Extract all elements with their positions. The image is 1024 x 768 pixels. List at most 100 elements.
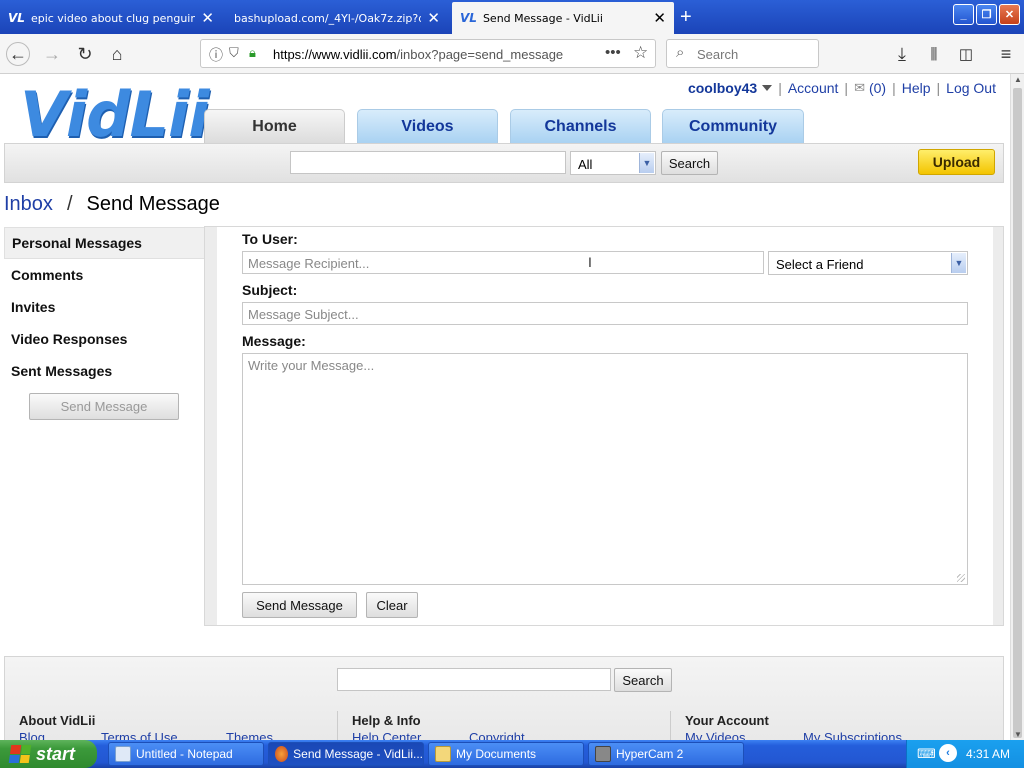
tray-arrow-icon[interactable]: ‹: [939, 744, 957, 762]
search-filter-value: All: [578, 157, 593, 172]
sidebar-item-video-responses[interactable]: Video Responses: [4, 323, 204, 355]
url-bar[interactable]: ⓘ ⛉ 🔒︎ https://www.vidlii.com/inbox?page…: [200, 39, 656, 68]
sidebar-item-personal-messages[interactable]: Personal Messages: [4, 227, 204, 259]
send-message-panel: To User: Message Recipient... I Select a…: [204, 226, 1004, 626]
hamburger-menu-icon[interactable]: ≡: [994, 42, 1018, 66]
browser-tab-bashupload[interactable]: bashupload.com/_4Yl-/Oak7z.zip?dow ✕: [226, 4, 448, 32]
close-icon[interactable]: ✕: [653, 10, 666, 26]
breadcrumb-inbox-link[interactable]: Inbox: [4, 193, 53, 215]
browser-tab-send-message[interactable]: VL Send Message - VidLii ✕: [452, 2, 674, 34]
footer-about-title: About VidLii: [19, 713, 96, 728]
back-arrow-icon[interactable]: ←: [6, 42, 30, 66]
upload-button[interactable]: Upload: [918, 149, 995, 175]
browser-tabstrip: VL epic video about clug penguin - go ✕ …: [0, 0, 1024, 34]
username-link[interactable]: coolboy43: [688, 80, 757, 96]
sidebar-item-invites[interactable]: Invites: [4, 291, 204, 323]
hypercam-icon: [595, 746, 611, 762]
browser-navbar: ← → ↻ ⌂ ⓘ ⛉ 🔒︎ https://www.vidlii.com/in…: [0, 34, 1024, 74]
close-icon[interactable]: ✕: [201, 10, 214, 26]
start-button[interactable]: start: [0, 740, 97, 768]
scrollbar-thumb[interactable]: [1013, 88, 1022, 738]
footer-account-title: Your Account: [685, 713, 769, 728]
new-tab-button[interactable]: +: [680, 6, 692, 29]
site-search-bar: All ▼ Search Upload: [4, 143, 1004, 183]
forward-arrow-icon[interactable]: →: [40, 42, 64, 66]
firefox-icon: [275, 746, 289, 762]
nav-tab-community[interactable]: Community: [662, 109, 804, 143]
nav-tab-home[interactable]: Home: [204, 109, 345, 143]
friend-select[interactable]: Select a Friend ▼: [768, 251, 968, 275]
footer-my-videos-link[interactable]: My Videos: [685, 730, 745, 740]
sidebar-send-message-button[interactable]: Send Message: [29, 393, 179, 420]
taskbar-item-firefox[interactable]: Send Message - VidLii...: [268, 742, 424, 766]
site-search-input[interactable]: [290, 151, 566, 174]
search-filter-select[interactable]: All ▼: [570, 151, 656, 175]
panel-gutter-right: [993, 227, 1003, 625]
close-window-button[interactable]: ✕: [999, 4, 1020, 25]
sidebar-item-comments[interactable]: Comments: [4, 259, 204, 291]
clear-button[interactable]: Clear: [366, 592, 418, 618]
footer-help-title: Help & Info: [352, 713, 421, 728]
recipient-input[interactable]: Message Recipient... I: [242, 251, 764, 274]
user-bar: coolboy43 | Account | ✉ (0) | Help | Log…: [687, 80, 996, 96]
sidebar-toggle-icon[interactable]: ◫: [954, 42, 978, 66]
mail-icon[interactable]: ✉: [854, 80, 865, 96]
keyboard-icon[interactable]: ⌨: [917, 746, 936, 762]
taskbar-item-my-documents[interactable]: My Documents: [428, 742, 584, 766]
panel-gutter-left: [205, 227, 217, 625]
search-placeholder: Search: [697, 47, 739, 62]
start-label: start: [36, 743, 76, 764]
send-message-button[interactable]: Send Message: [242, 592, 357, 618]
url-text: https://www.vidlii.com/inbox?page=send_m…: [273, 47, 564, 62]
help-link[interactable]: Help: [902, 80, 931, 96]
taskbar-item-notepad[interactable]: Untitled - Notepad: [108, 742, 264, 766]
logout-link[interactable]: Log Out: [946, 80, 996, 96]
account-link[interactable]: Account: [788, 80, 839, 96]
footer-blog-link[interactable]: Blog: [19, 730, 45, 740]
site-search-button[interactable]: Search: [661, 151, 718, 175]
lock-icon[interactable]: 🔒︎: [249, 45, 256, 61]
reload-icon[interactable]: ↻: [73, 42, 97, 66]
sidebar-item-sent-messages[interactable]: Sent Messages: [4, 355, 204, 387]
restore-button[interactable]: ❐: [976, 4, 997, 25]
folder-icon: [435, 746, 451, 762]
tracking-shield-icon[interactable]: ⛉: [229, 45, 239, 61]
tab-label: Send Message - VidLii: [482, 11, 603, 25]
page-actions-icon[interactable]: •••: [605, 44, 621, 61]
download-icon[interactable]: ⤓: [890, 42, 914, 66]
minimize-button[interactable]: _: [953, 4, 974, 25]
footer-search-input[interactable]: [337, 668, 611, 691]
inbox-count-link[interactable]: (0): [869, 80, 886, 96]
scroll-down-icon[interactable]: ▼: [1014, 730, 1022, 739]
vidlii-logo[interactable]: VidLii: [20, 78, 210, 151]
browser-search-input[interactable]: ⌕ Search: [666, 39, 819, 68]
subject-input[interactable]: Message Subject...: [242, 302, 968, 325]
nav-tab-channels[interactable]: Channels: [510, 109, 651, 143]
nav-tab-videos[interactable]: Videos: [357, 109, 498, 143]
window-controls: _ ❐ ✕: [953, 4, 1020, 25]
resize-grip-icon[interactable]: [957, 574, 965, 582]
message-textarea[interactable]: Write your Message...: [242, 353, 968, 585]
footer-subscriptions-link[interactable]: My Subscriptions: [803, 730, 902, 740]
footer-themes-link[interactable]: Themes: [226, 730, 273, 740]
footer-search-button[interactable]: Search: [614, 668, 672, 692]
chevron-down-icon: ▼: [639, 153, 654, 173]
subject-placeholder: Message Subject...: [248, 307, 359, 322]
chevron-down-icon[interactable]: [762, 85, 773, 91]
info-icon[interactable]: ⓘ: [209, 45, 223, 65]
friend-select-value: Select a Friend: [776, 257, 864, 272]
vidlii-favicon-icon: VL: [8, 11, 25, 25]
breadcrumb-separator: /: [66, 193, 73, 215]
breadcrumb: Inbox / Send Message: [4, 193, 220, 216]
home-icon[interactable]: ⌂: [105, 42, 129, 66]
footer-help-center-link[interactable]: Help Center: [352, 730, 421, 740]
footer-copyright-link[interactable]: Copyright: [469, 730, 525, 740]
browser-tab-epic-video[interactable]: VL epic video about clug penguin - go ✕: [0, 4, 222, 32]
library-icon[interactable]: ⫼: [922, 42, 946, 66]
taskbar-item-hypercam[interactable]: HyperCam 2: [588, 742, 744, 766]
footer-terms-link[interactable]: Terms of Use: [101, 730, 178, 740]
close-icon[interactable]: ✕: [427, 10, 440, 26]
page-scrollbar[interactable]: ▲ ▼: [1010, 74, 1024, 740]
bookmark-star-icon[interactable]: ☆: [633, 43, 648, 63]
scroll-up-icon[interactable]: ▲: [1014, 75, 1022, 84]
